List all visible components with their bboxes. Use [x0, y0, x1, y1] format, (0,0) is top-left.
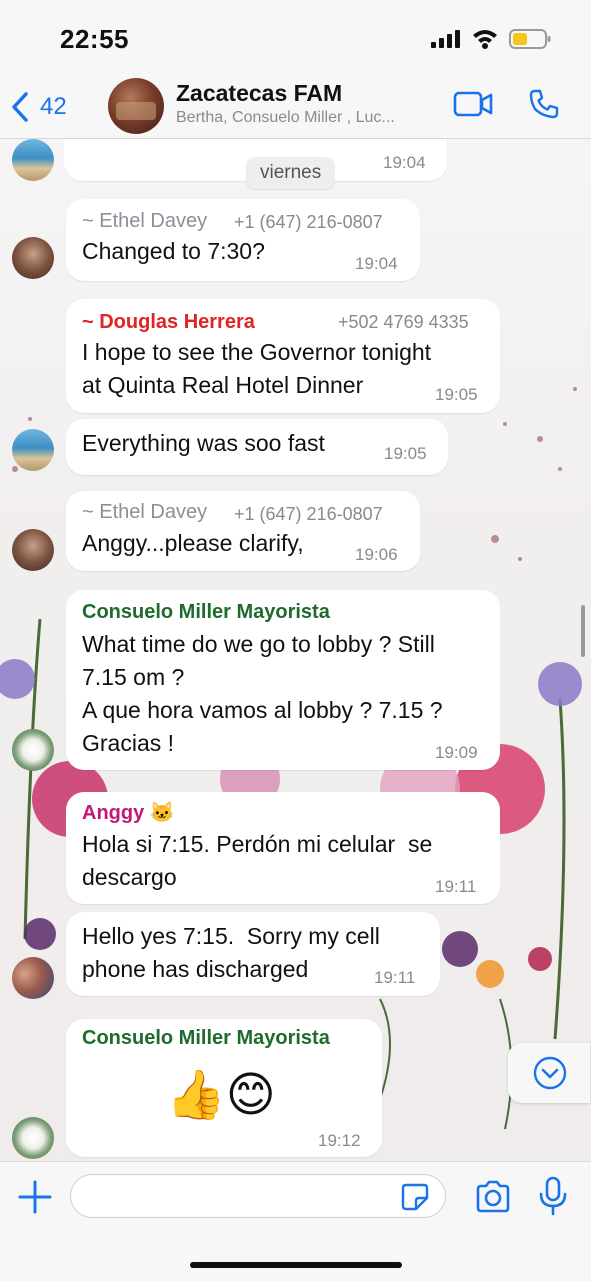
- sender-avatar[interactable]: [12, 529, 54, 571]
- message-time: 19:09: [435, 743, 478, 762]
- message-text: Anggy...please clarify,: [82, 530, 304, 556]
- message-time: 19:11: [374, 968, 416, 987]
- phone-icon[interactable]: [528, 88, 560, 120]
- message-bubble[interactable]: Hello yes 7:15. Sorry my cell phone has …: [66, 912, 440, 996]
- message-bubble[interactable]: Everything was soo fast 19:05: [66, 419, 448, 475]
- status-bar: 22:55: [0, 0, 591, 78]
- message-time: 19:06: [355, 545, 398, 564]
- back-button[interactable]: 42: [10, 90, 67, 124]
- sticker-icon[interactable]: [400, 1182, 430, 1212]
- group-avatar[interactable]: [108, 78, 164, 134]
- message-bubble[interactable]: ~ Ethel Davey +1 (647) 216-0807 Changed …: [66, 199, 420, 281]
- sender-avatar[interactable]: [12, 237, 54, 279]
- message-time: 19:04: [383, 153, 426, 172]
- cellular-signal-icon: [431, 30, 460, 48]
- sender-avatar[interactable]: [12, 429, 54, 471]
- chat-header: 42 Zacatecas FAM Bertha, Consuelo Miller…: [0, 78, 591, 139]
- day-separator: viernes: [246, 157, 336, 189]
- message-text: Changed to 7:30?: [82, 238, 265, 264]
- microphone-icon[interactable]: [538, 1176, 568, 1216]
- message-sender[interactable]: Consuelo Miller Mayorista: [82, 601, 330, 624]
- message-sender[interactable]: ~ Ethel Davey: [82, 210, 207, 233]
- message-text: Hello yes 7:15. Sorry my cell phone has …: [82, 923, 380, 982]
- wifi-icon: [473, 30, 497, 49]
- message-bubble[interactable]: Consuelo Miller Mayorista What time do w…: [66, 590, 500, 770]
- message-text: I hope to see the Governor tonight at Qu…: [82, 339, 432, 398]
- video-camera-icon[interactable]: [453, 90, 493, 118]
- plus-icon[interactable]: [16, 1178, 54, 1216]
- message-bubble[interactable]: Consuelo Miller Mayorista 👍😊 19:12: [66, 1019, 382, 1157]
- chevron-down-circle-icon: [533, 1056, 567, 1090]
- message-text: What time do we go to lobby ? Still 7.15…: [82, 631, 443, 756]
- message-time: 19:05: [384, 444, 427, 463]
- battery-icon: [509, 29, 551, 49]
- chevron-left-icon: [12, 92, 28, 122]
- status-time: 22:55: [60, 24, 129, 54]
- message-text: Hola si 7:15. Perdón mi celular se desca…: [82, 831, 433, 890]
- sender-avatar[interactable]: [12, 1117, 54, 1159]
- group-members[interactable]: Bertha, Consuelo Miller , Luc...: [176, 109, 446, 127]
- message-bubble[interactable]: ~ Douglas Herrera +502 4769 4335 I hope …: [66, 299, 500, 413]
- message-time: 19:05: [435, 385, 478, 404]
- sender-phone: +1 (647) 216-0807: [234, 504, 383, 524]
- sender-phone: +1 (647) 216-0807: [234, 212, 383, 232]
- message-text: Everything was soo fast: [82, 430, 325, 456]
- sender-phone: +502 4769 4335: [338, 312, 469, 332]
- message-time: 19:12: [318, 1131, 361, 1150]
- message-bubble[interactable]: Anggy 🐱 Hola si 7:15. Perdón mi celular …: [66, 792, 500, 904]
- message-bubble[interactable]: ~ Ethel Davey +1 (647) 216-0807 Anggy...…: [66, 491, 420, 571]
- message-time: 19:04: [355, 254, 398, 273]
- home-indicator[interactable]: [190, 1262, 402, 1268]
- scroll-to-bottom-button[interactable]: [508, 1043, 590, 1103]
- camera-icon[interactable]: [474, 1180, 512, 1214]
- message-sender[interactable]: Consuelo Miller Mayorista: [82, 1027, 330, 1050]
- message-sender[interactable]: ~ Douglas Herrera: [82, 311, 255, 334]
- sender-avatar[interactable]: [12, 957, 54, 999]
- message-sender[interactable]: Anggy 🐱: [82, 800, 175, 825]
- sender-avatar[interactable]: [12, 139, 54, 181]
- message-input[interactable]: [70, 1174, 446, 1218]
- chat-area[interactable]: 19:04 viernes ~ Ethel Davey +1 (647) 216…: [0, 139, 591, 1161]
- group-title[interactable]: Zacatecas FAM: [176, 80, 342, 107]
- emoji-message: 👍😊: [166, 1067, 276, 1123]
- message-sender[interactable]: ~ Ethel Davey: [82, 501, 207, 524]
- message-time: 19:11: [435, 877, 477, 896]
- sender-avatar[interactable]: [12, 729, 54, 771]
- unread-count: 42: [40, 93, 67, 120]
- scroll-indicator[interactable]: [581, 605, 585, 657]
